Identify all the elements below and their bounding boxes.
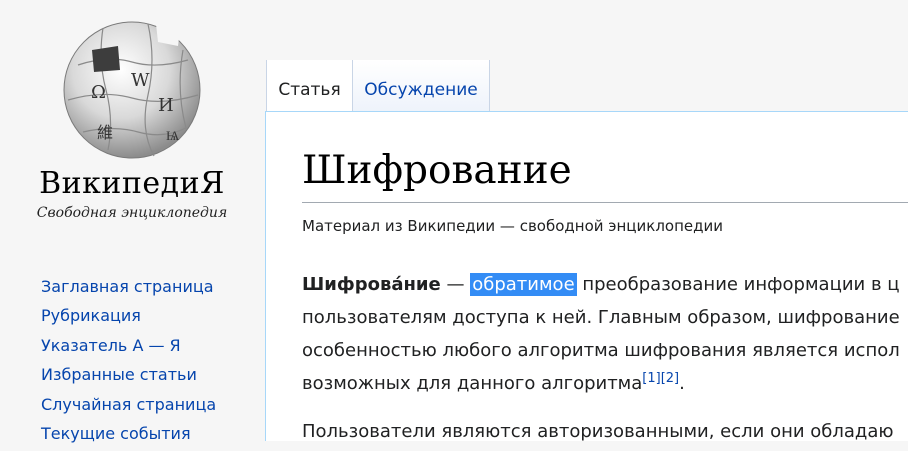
sidebar-item-random: Случайная страница bbox=[41, 393, 216, 422]
tab-talk-label: Обсуждение bbox=[364, 80, 478, 100]
tab-article-label: Статья bbox=[278, 80, 341, 100]
article-paragraph-1: Шифрова́ние — обратимое преобразование и… bbox=[302, 268, 908, 400]
sidebar-link-categories[interactable]: Рубрикация bbox=[41, 306, 141, 325]
line-1-rest: преобразование информации в ц bbox=[576, 274, 900, 295]
globe-glyph-omega: Ω bbox=[91, 82, 106, 103]
globe-glyph-wei: 維 bbox=[97, 123, 113, 142]
sidebar-item-index: Указатель А — Я bbox=[41, 334, 216, 363]
paragraph-line-3: особенностью любого алгоритма шифрования… bbox=[302, 340, 900, 361]
tab-article[interactable]: Статья bbox=[266, 60, 353, 112]
article-paragraph-2: Пользователи являются авторизованными, е… bbox=[302, 415, 908, 448]
sidebar-link-main-page[interactable]: Заглавная страница bbox=[41, 277, 214, 296]
sidebar-item-categories: Рубрикация bbox=[41, 304, 216, 333]
paragraph-2-line-1: Пользователи являются авторизованными, е… bbox=[302, 421, 894, 442]
term-bold: Шифрова́ние bbox=[302, 274, 441, 295]
site-subtitle: Материал из Википедии — свободной энцикл… bbox=[302, 217, 723, 235]
article-content: Шифрование Материал из Википедии — свобо… bbox=[265, 111, 908, 442]
globe-glyph-yus: Ѩ bbox=[166, 129, 180, 144]
sidebar-link-current-events[interactable]: Текущие события bbox=[41, 424, 191, 443]
line-4-text: возможных для данного алгоритма bbox=[302, 373, 643, 394]
sidebar-link-random[interactable]: Случайная страница bbox=[41, 395, 216, 414]
sidebar-navigation: Заглавная страница Рубрикация Указатель … bbox=[41, 275, 216, 451]
reference-link-2[interactable]: [2] bbox=[661, 371, 679, 386]
line-4-end: . bbox=[679, 373, 685, 394]
sidebar-link-index[interactable]: Указатель А — Я bbox=[41, 336, 181, 355]
wikipedia-wordmark: ВикипедиЯ bbox=[39, 166, 225, 201]
sidebar-link-featured[interactable]: Избранные статьи bbox=[41, 365, 197, 384]
sidebar-item-featured: Избранные статьи bbox=[41, 363, 216, 392]
paragraph-line-1: Шифрова́ние — обратимое преобразование и… bbox=[302, 268, 908, 301]
globe-glyph-i: И bbox=[158, 95, 174, 116]
title-divider bbox=[302, 202, 908, 203]
dash-text: — bbox=[440, 274, 471, 295]
globe-glyph-w: W bbox=[131, 70, 150, 91]
wikipedia-tagline: Свободная энциклопедия bbox=[36, 205, 228, 221]
tab-talk[interactable]: Обсуждение bbox=[353, 60, 490, 112]
wikipedia-logo[interactable]: Ω W И 維 Ѩ ВикипедиЯ Свободная энциклопед… bbox=[0, 0, 264, 240]
reference-link-1[interactable]: [1] bbox=[642, 371, 660, 386]
sidebar-item-current-events: Текущие события bbox=[41, 422, 216, 451]
link-reversible[interactable]: обратимое bbox=[470, 273, 577, 296]
sidebar-item-main-page: Заглавная страница bbox=[41, 275, 216, 304]
page-title: Шифрование bbox=[302, 148, 572, 193]
paragraph-line-4: возможных для данного алгоритма[1][2]. bbox=[302, 367, 908, 400]
paragraph-line-2: пользователям доступа к ней. Главным обр… bbox=[302, 307, 900, 328]
puzzle-globe-icon: Ω W И 維 Ѩ bbox=[63, 21, 201, 159]
